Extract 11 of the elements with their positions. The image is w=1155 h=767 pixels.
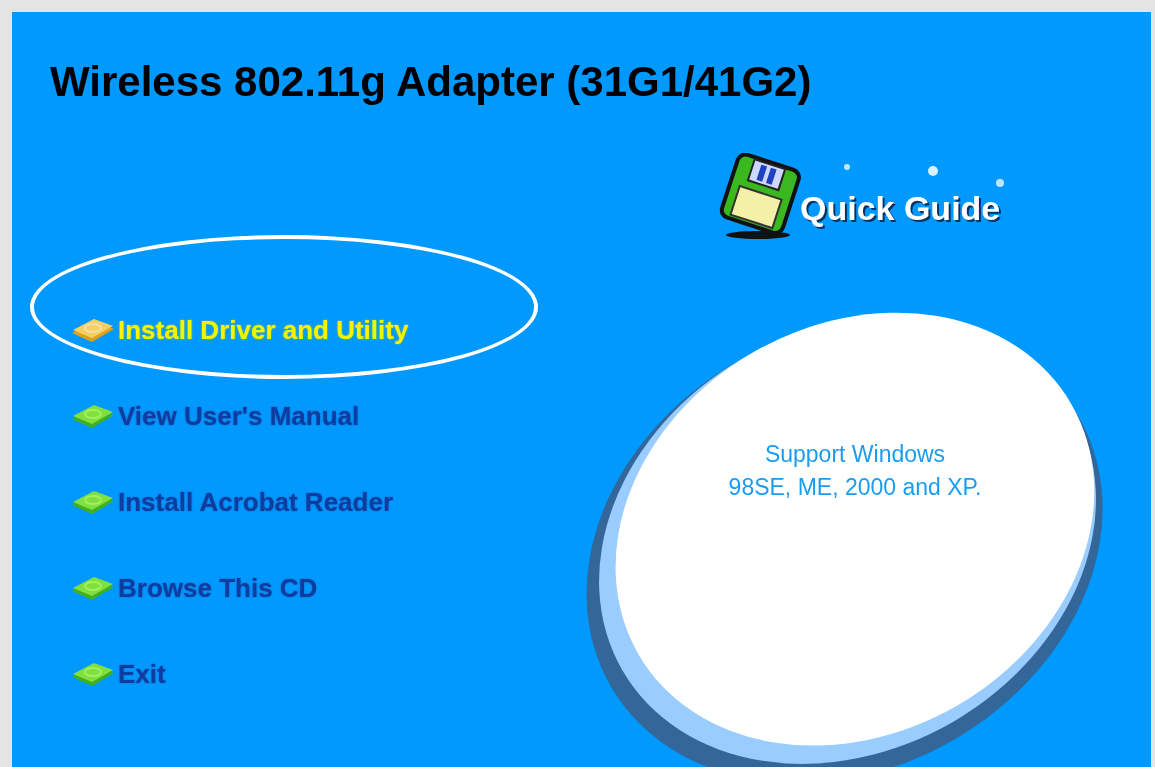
sparkle-icon <box>928 166 938 176</box>
menu-link[interactable]: Install Acrobat Reader <box>118 486 393 518</box>
sparkle-icon <box>844 164 850 170</box>
menu-link[interactable]: Exit <box>118 658 166 690</box>
logo-text: Quick Guide <box>800 188 1001 228</box>
menu-link[interactable]: Browse This CD <box>118 572 318 604</box>
window-title: Wireless 802.11g Adapter (31G1/41G2) <box>50 57 813 106</box>
sparkle-icon <box>996 179 1004 187</box>
support-note: Support Windows 98SE, ME, 2000 and XP. <box>727 440 983 502</box>
menu-link[interactable]: View User's Manual <box>118 400 360 432</box>
menu-link[interactable]: Install Driver and Utility <box>118 314 409 346</box>
